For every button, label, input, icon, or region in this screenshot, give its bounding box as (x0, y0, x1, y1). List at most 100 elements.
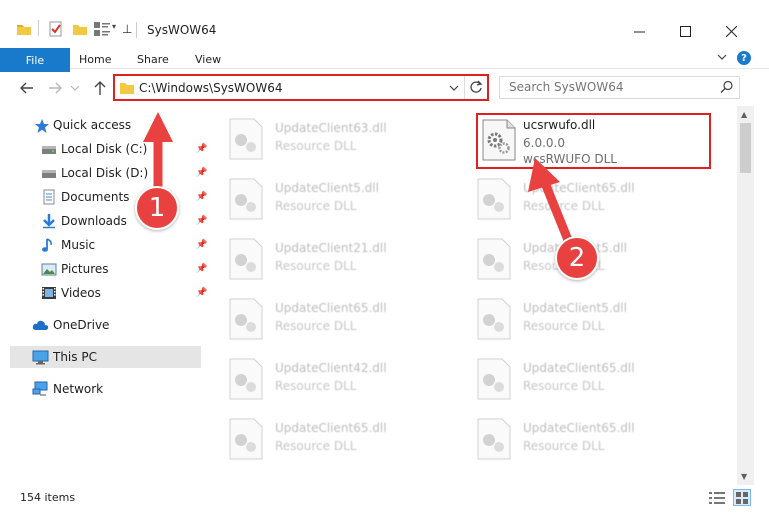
file-description: Resource DLL (523, 379, 605, 393)
back-arrow-icon[interactable] (18, 79, 36, 97)
drive-icon (41, 167, 57, 183)
search-icon (720, 80, 734, 97)
pictures-icon (41, 261, 57, 277)
tab-file[interactable]: File (0, 48, 70, 72)
dll-file-icon (477, 238, 511, 280)
dll-file-icon (229, 298, 263, 340)
computer-icon (32, 349, 49, 365)
tab-share[interactable]: Share (137, 53, 169, 66)
chevron-down-icon[interactable]: ▾ (112, 22, 116, 31)
folder-icon (119, 80, 135, 99)
sidebar-item-local-disk-d[interactable]: Local Disk (D:) 📌 (10, 162, 207, 184)
file-item[interactable]: UpdateClient42.dll Resource DLL (204, 352, 444, 400)
file-name: UpdateClient65.dll (275, 301, 387, 315)
folder-icon[interactable] (16, 21, 32, 40)
address-bar[interactable]: C:\Windows\SysWOW64 (113, 74, 489, 101)
sidebar-item-label: This PC (53, 350, 97, 364)
dll-file-icon (229, 358, 263, 400)
help-button[interactable]: ? (737, 51, 751, 65)
sidebar-item-label: Quick access (53, 118, 132, 132)
navigation-pane: Quick access Local Disk (C:) 📌 Local Dis… (0, 106, 207, 481)
file-name: ucsrwufo.dll (523, 118, 596, 132)
highlighted-file-item[interactable]: ucsrwufo.dll 6.0.0.0 wcsRWUFO DLL (476, 113, 711, 169)
file-item[interactable]: UpdateClient21.dll Resource DLL (204, 232, 444, 280)
file-name: UpdateClient65.dll (523, 421, 635, 435)
scroll-down-icon[interactable]: ▼ (741, 472, 747, 481)
file-description: Resource DLL (275, 139, 357, 153)
file-name: UpdateClient65.dll (523, 181, 635, 195)
file-name: UpdateClient5.dll (523, 301, 627, 315)
customize-quick-access-icon[interactable]: ⊥ (122, 22, 132, 36)
sidebar-item-label: Local Disk (D:) (61, 166, 149, 180)
file-name: UpdateClient63.dll (275, 121, 387, 135)
file-description: Resource DLL (275, 319, 357, 333)
recent-locations-icon[interactable] (70, 82, 80, 100)
file-name: UpdateClient65.dll (275, 421, 387, 435)
search-input[interactable] (509, 80, 709, 94)
step-2-badge: 2 (555, 236, 599, 280)
sidebar-item-local-disk-c[interactable]: Local Disk (C:) 📌 (10, 138, 207, 160)
sidebar-item-music[interactable]: Music 📌 (10, 234, 207, 256)
file-description: Resource DLL (275, 379, 357, 393)
chevron-down-icon[interactable] (449, 82, 459, 96)
file-description: Resource DLL (523, 199, 605, 213)
sidebar-item-label: Network (53, 382, 104, 396)
new-folder-icon[interactable] (72, 21, 88, 40)
step-1-badge: 1 (135, 186, 179, 230)
sidebar-item-pictures[interactable]: Pictures 📌 (10, 258, 207, 280)
scroll-up-icon[interactable]: ▲ (741, 110, 747, 119)
dll-file-icon (477, 298, 511, 340)
dll-file-icon (477, 178, 511, 220)
refresh-icon[interactable] (469, 79, 483, 98)
documents-icon (41, 189, 57, 205)
close-button[interactable] (708, 20, 754, 42)
cloud-icon (32, 318, 49, 334)
maximize-button[interactable] (662, 20, 708, 42)
file-item[interactable]: UpdateClient65.dll Resource DLL (452, 412, 692, 460)
file-item[interactable]: UpdateClient65.dll Resource DLL (452, 352, 692, 400)
sidebar-item-videos[interactable]: Videos 📌 (10, 282, 207, 304)
sidebar-item-network[interactable]: Network (10, 378, 204, 400)
sidebar-item-this-pc[interactable]: This PC (10, 346, 201, 368)
sidebar-item-label: Downloads (61, 214, 127, 228)
up-arrow-icon[interactable] (91, 79, 109, 97)
forward-arrow-icon[interactable] (46, 79, 64, 97)
file-item[interactable]: UpdateClient5.dll Resource DLL (204, 172, 444, 220)
videos-icon (41, 285, 57, 301)
file-item[interactable]: UpdateClient65.dll Resource DLL (204, 292, 444, 340)
file-item[interactable]: UpdateClient65.dll Resource DLL (452, 172, 692, 220)
file-item[interactable]: UpdateClient63.dll Resource DLL (204, 112, 444, 160)
ribbon: File Home Share View (0, 44, 769, 72)
sidebar-item-label: OneDrive (53, 318, 110, 332)
chevron-down-icon[interactable] (717, 51, 727, 65)
file-item[interactable]: UpdateClient65.dll Resource DLL (204, 412, 444, 460)
sidebar-item-label: Music (61, 238, 96, 252)
file-description: wcsRWUFO DLL (523, 152, 617, 166)
file-item[interactable]: UpdateClient5.dll Resource DLL (452, 292, 692, 340)
dll-file-icon (229, 238, 263, 280)
file-name: UpdateClient42.dll (275, 361, 387, 375)
sidebar-item-quick-access[interactable]: Quick access (10, 114, 204, 136)
dll-file-icon (229, 418, 263, 460)
star-icon (34, 118, 50, 134)
tab-view[interactable]: View (195, 53, 221, 66)
properties-icon[interactable] (48, 21, 64, 40)
tab-home[interactable]: Home (79, 53, 111, 66)
dll-file-icon (229, 178, 263, 220)
view-options-icon[interactable] (94, 22, 110, 39)
music-icon (41, 237, 57, 253)
sidebar-item-onedrive[interactable]: OneDrive (10, 314, 204, 336)
file-version: 6.0.0.0 (523, 136, 565, 150)
item-count: 154 items (20, 491, 76, 504)
sidebar-item-label: Pictures (61, 262, 109, 276)
details-view-icon[interactable] (709, 491, 725, 508)
maximize-icon (679, 25, 691, 37)
search-box[interactable] (499, 76, 740, 99)
drive-icon (41, 143, 57, 159)
scrollbar-thumb[interactable] (740, 123, 751, 173)
large-icons-view-icon[interactable] (733, 489, 751, 506)
minimize-button[interactable] (616, 20, 662, 42)
file-description: Resource DLL (275, 199, 357, 213)
file-description: Resource DLL (275, 439, 357, 453)
downloads-icon (41, 213, 57, 229)
